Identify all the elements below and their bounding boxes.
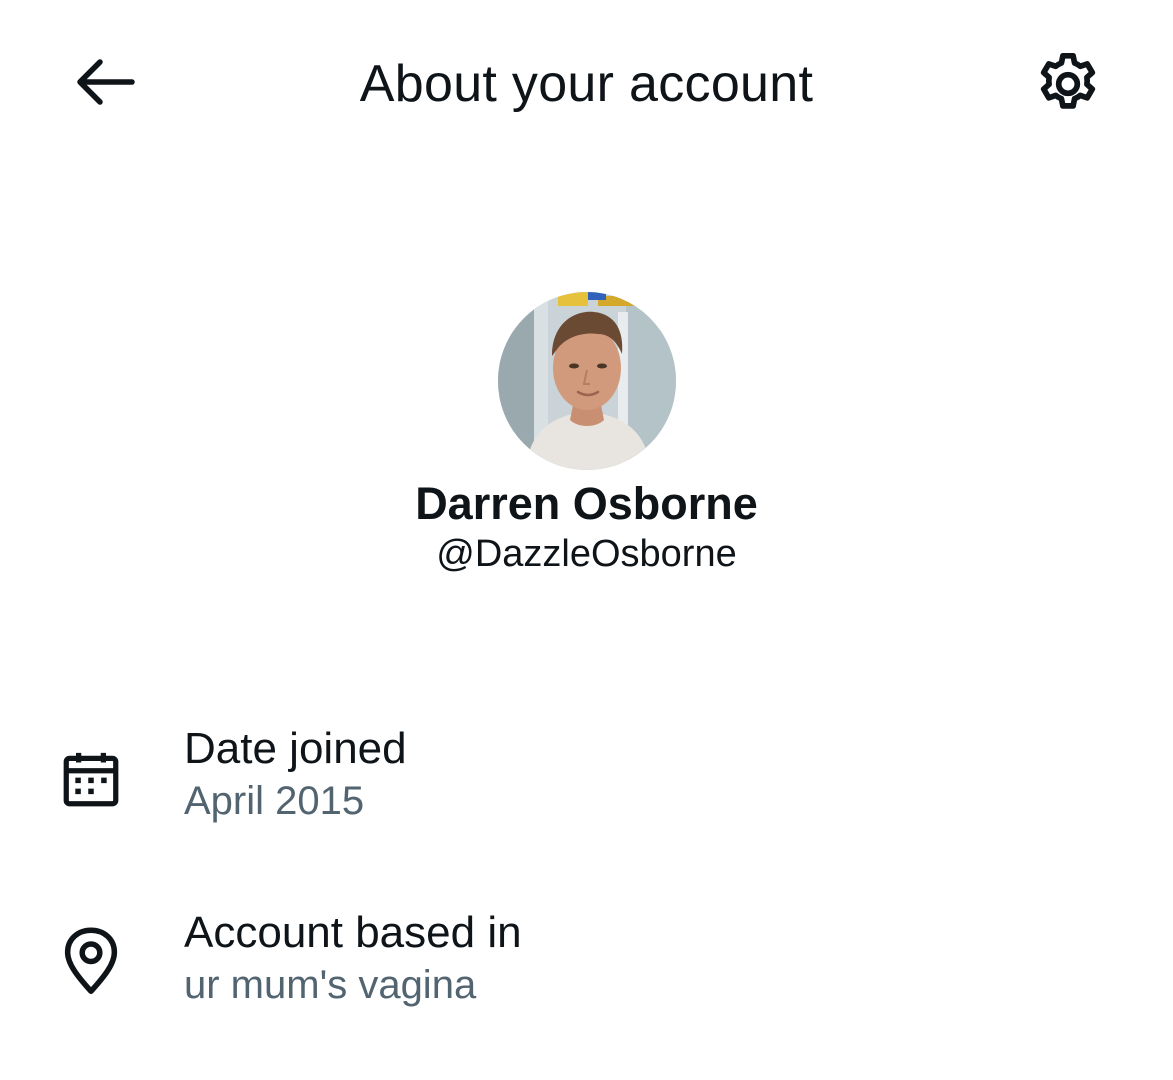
display-name: Darren Osborne (415, 478, 758, 529)
settings-button[interactable] (1026, 48, 1110, 124)
avatar[interactable] (497, 292, 676, 470)
account-based-in-value: ur mum's vagina (184, 963, 477, 1007)
top-app-bar: About your account (0, 0, 1173, 170)
gear-icon (1032, 48, 1104, 125)
user-handle: @DazzleOsborne (436, 533, 737, 575)
date-joined-label: Date joined (184, 724, 407, 773)
profile-section: Darren Osborne @DazzleOsborne (0, 292, 1173, 578)
location-pin-icon (48, 918, 134, 1004)
date-joined-value: April 2015 (184, 779, 365, 823)
page-title: About your account (359, 55, 814, 113)
date-joined-row: Date joined April 2015 (0, 720, 1173, 830)
account-based-in-label: Account based in (184, 908, 522, 957)
calendar-icon (48, 736, 134, 822)
account-location-row: Account based in ur mum's vagina (0, 904, 1173, 1014)
